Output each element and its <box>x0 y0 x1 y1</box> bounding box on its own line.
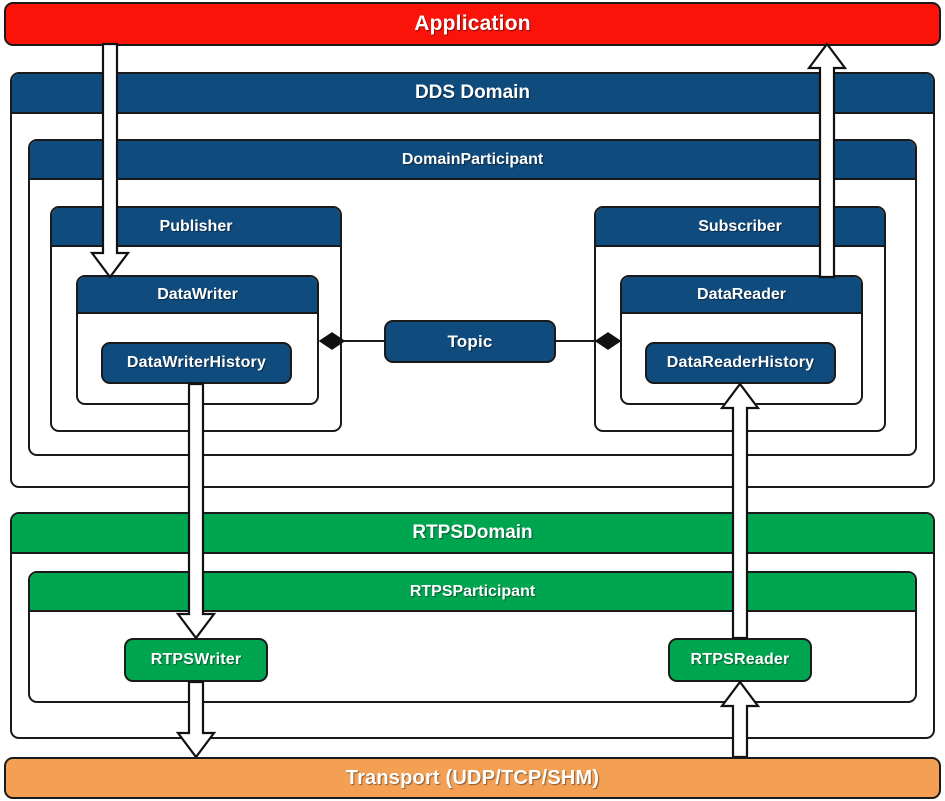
data-reader-history-box: DataReaderHistory <box>645 342 836 384</box>
data-writer-label: DataWriter <box>157 285 238 303</box>
domain-participant-label: DomainParticipant <box>401 150 544 168</box>
rtps-writer-box: RTPSWriter <box>124 638 268 682</box>
data-writer-history-label: DataWriterHistory <box>126 354 267 371</box>
data-writer-header: DataWriter <box>78 277 317 314</box>
topic-label: Topic <box>447 331 493 351</box>
application-label: Application <box>414 12 531 35</box>
subscriber-header: Subscriber <box>596 208 884 247</box>
transport-label: Transport (UDP/TCP/SHM) <box>345 766 600 789</box>
rtps-reader-label: RTPSReader <box>690 651 790 668</box>
rtps-participant-header: RTPSParticipant <box>30 573 915 612</box>
rtps-writer-label: RTPSWriter <box>150 651 242 668</box>
rtps-domain-label: RTPSDomain <box>412 522 533 543</box>
domain-participant-header: DomainParticipant <box>30 141 915 180</box>
publisher-header: Publisher <box>52 208 340 247</box>
publisher-label: Publisher <box>159 217 233 235</box>
data-writer-history-box: DataWriterHistory <box>101 342 292 384</box>
rtps-domain-header: RTPSDomain <box>12 514 933 554</box>
data-reader-label: DataReader <box>697 285 786 303</box>
data-reader-header: DataReader <box>622 277 861 314</box>
transport-banner: Transport (UDP/TCP/SHM) <box>4 757 941 799</box>
rtps-reader-box: RTPSReader <box>668 638 812 682</box>
application-banner: Application <box>4 2 941 46</box>
rtps-participant-label: RTPSParticipant <box>409 582 536 600</box>
dds-domain-label: DDS Domain <box>414 82 531 103</box>
dds-architecture-diagram: Application DDS Domain DomainParticipant… <box>0 0 945 801</box>
data-reader-history-label: DataReaderHistory <box>666 354 815 371</box>
dds-domain-header: DDS Domain <box>12 74 933 114</box>
topic-box: Topic <box>384 320 556 363</box>
subscriber-label: Subscriber <box>698 217 782 235</box>
